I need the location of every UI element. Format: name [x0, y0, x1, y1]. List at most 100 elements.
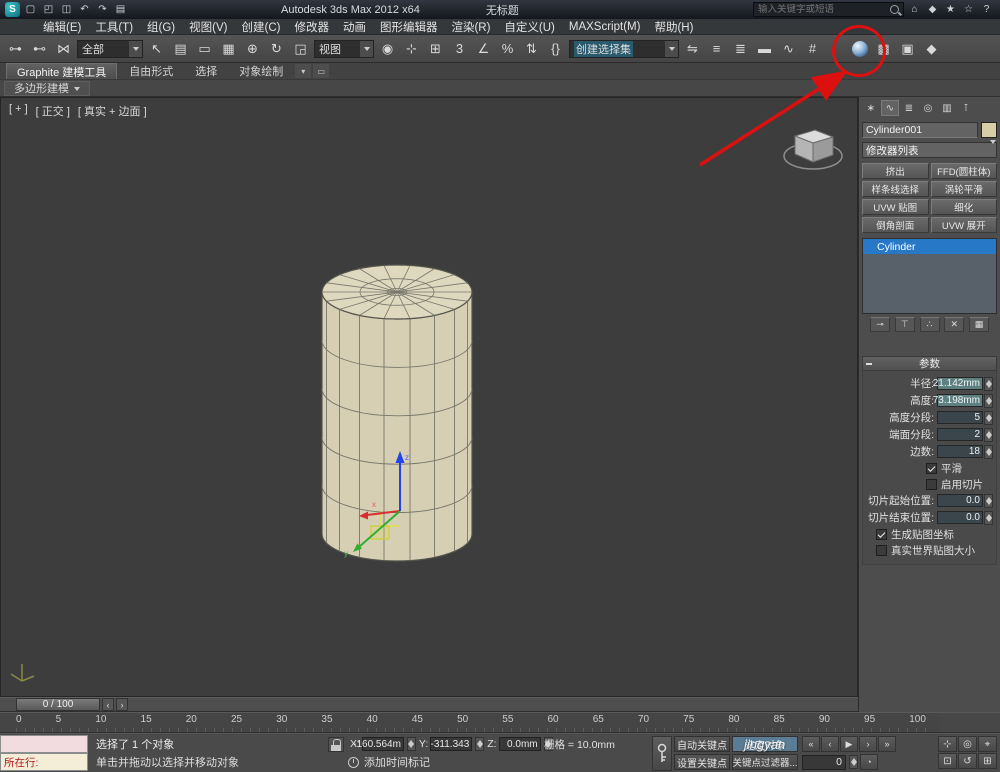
undo-icon[interactable]: ↶	[76, 2, 93, 18]
spinner[interactable]	[984, 376, 993, 391]
modifier-preset-button[interactable]: UVW 贴图	[862, 199, 929, 215]
spinner[interactable]	[984, 510, 993, 525]
remove-modifier-icon[interactable]: ✕	[944, 317, 965, 332]
coordinate-field[interactable]: 0.0mm	[498, 737, 541, 751]
modifier-list-dropdown[interactable]: 修改器列表	[862, 142, 997, 158]
spinner[interactable]	[984, 493, 993, 508]
time-configuration-icon[interactable]: ◔	[860, 754, 878, 770]
search-input[interactable]	[758, 4, 886, 15]
param-field[interactable]: 18	[937, 445, 983, 458]
redo-icon[interactable]: ↷	[94, 2, 111, 18]
new-scene-icon[interactable]: ▢	[22, 2, 39, 18]
favorites-icon[interactable]: ☆	[960, 2, 977, 18]
ribbon-config-icon[interactable]: ▭	[313, 64, 330, 78]
param-field[interactable]: 5	[937, 411, 983, 424]
align-icon[interactable]: ≡	[705, 37, 728, 60]
selection-filter-dropdown[interactable]: 全部	[77, 39, 143, 58]
modifier-preset-button[interactable]: 挤出	[862, 163, 929, 179]
layer-manager-icon[interactable]: ≣	[729, 37, 752, 60]
track-bar[interactable]: 0 5 10 15 20 25 30 35 40 45 50 55 60 65 70 75 80 85 90 95 10…	[0, 712, 940, 733]
go-to-end-icon[interactable]: »	[878, 736, 896, 752]
menu-item[interactable]: 渲染(R)	[444, 19, 497, 34]
modify-tab[interactable]: ∿	[881, 100, 899, 116]
display-tab[interactable]: ▥	[938, 100, 956, 116]
spinner[interactable]	[984, 444, 993, 459]
select-object-icon[interactable]: ↖	[145, 37, 168, 60]
utilities-tab[interactable]: ⊺	[957, 100, 975, 116]
modifier-stack-item[interactable]: Cylinder	[863, 239, 996, 254]
select-and-link-icon[interactable]: ⊶	[4, 37, 27, 60]
spinner[interactable]	[849, 755, 858, 769]
keyboard-override-icon[interactable]: ⊞	[424, 37, 447, 60]
play-icon[interactable]: ▶	[840, 736, 858, 752]
viewport-shading-menu[interactable]: [ 真实 + 边面 ]	[78, 103, 147, 119]
menu-item[interactable]: 修改器	[287, 19, 336, 34]
coordinate-field[interactable]: -311.343	[430, 737, 473, 751]
menu-item[interactable]: 自定义(U)	[497, 19, 561, 34]
object-color-swatch[interactable]	[981, 122, 997, 138]
selection-set-dropdown[interactable]: 选定对象	[732, 736, 798, 752]
reference-coordinate-dropdown[interactable]: 视图	[314, 39, 374, 58]
param-field[interactable]: 0.0	[937, 494, 983, 507]
make-unique-icon[interactable]: ∴	[919, 317, 940, 332]
menu-item[interactable]: 编辑(E)	[36, 19, 88, 34]
motion-tab[interactable]: ◎	[919, 100, 937, 116]
zoom-region-icon[interactable]: ⊡	[938, 753, 957, 769]
auto-key-button[interactable]: 自动关键点	[674, 736, 730, 752]
param-field[interactable]: 2	[937, 428, 983, 441]
angle-snap-icon[interactable]: ∠	[472, 37, 495, 60]
selection-lock-icon[interactable]	[328, 737, 344, 752]
go-to-start-icon[interactable]: «	[802, 736, 820, 752]
viewport-general-menu[interactable]: [ + ]	[9, 103, 28, 119]
infocenter-home-icon[interactable]: ⌂	[906, 2, 923, 18]
checkbox[interactable]	[876, 544, 887, 556]
checkbox[interactable]	[926, 462, 937, 474]
spinner-snap-icon[interactable]: ⇅	[520, 37, 543, 60]
menu-item[interactable]: MAXScript(M)	[562, 19, 648, 34]
modifier-preset-button[interactable]: 细化	[930, 199, 997, 215]
polygon-modeling-panel[interactable]: 多边形建模	[4, 80, 90, 96]
unlink-selection-icon[interactable]: ⊷	[28, 37, 51, 60]
select-and-manipulate-icon[interactable]: ⊹	[400, 37, 423, 60]
menu-item[interactable]: 帮助(H)	[647, 19, 700, 34]
next-frame-arrow-icon[interactable]: ›	[116, 698, 128, 711]
schematic-view-icon[interactable]: #	[801, 37, 824, 60]
time-slider-handle[interactable]: 0 / 100	[16, 698, 100, 711]
menu-item[interactable]: 图形编辑器	[373, 19, 445, 34]
macro-recorder-field[interactable]	[0, 735, 88, 753]
orbit-icon[interactable]: ↺	[958, 753, 977, 769]
menu-item[interactable]: 工具(T)	[88, 19, 140, 34]
pan-view-icon[interactable]: ⊹	[938, 736, 957, 752]
ribbon-tab[interactable]: 对象绘制	[229, 63, 293, 79]
modifier-stack[interactable]: Cylinder	[862, 238, 997, 314]
spinner[interactable]	[984, 410, 993, 425]
curve-editor-icon[interactable]: ∿	[777, 37, 800, 60]
viewport[interactable]: [ + ] [ 正交 ] [ 真实 + 边面 ] x y z	[0, 97, 858, 697]
app-logo-icon[interactable]: S	[5, 2, 20, 17]
pin-stack-icon[interactable]: ⊸	[870, 317, 890, 332]
checkbox[interactable]	[876, 528, 887, 540]
viewport-pov-menu[interactable]: [ 正交 ]	[36, 103, 70, 119]
save-file-icon[interactable]: ◫	[58, 2, 75, 18]
checkbox[interactable]	[926, 478, 937, 490]
show-end-result-icon[interactable]: ⊤	[894, 317, 915, 332]
previous-frame-icon[interactable]: ‹	[821, 736, 839, 752]
spinner[interactable]	[984, 393, 993, 408]
object-name-field[interactable]: Cylinder001	[862, 122, 978, 138]
maximize-viewport-icon[interactable]: ⊞	[978, 753, 997, 769]
menu-item[interactable]: 创建(C)	[234, 19, 287, 34]
next-frame-icon[interactable]: ›	[859, 736, 877, 752]
add-time-tag[interactable]: 添加时间标记	[348, 753, 430, 771]
key-filters-button[interactable]: 关键点过滤器...	[732, 754, 798, 770]
communication-center-icon[interactable]: ★	[942, 2, 959, 18]
mirror-icon[interactable]: ⇋	[681, 37, 704, 60]
menu-item[interactable]: 组(G)	[140, 19, 182, 34]
modifier-preset-button[interactable]: 涡轮平滑	[930, 181, 997, 197]
select-and-scale-icon[interactable]: ◲	[289, 37, 312, 60]
hierarchy-tab[interactable]: ≣	[900, 100, 918, 116]
maxscript-listener-field[interactable]: 所在行:	[0, 753, 88, 771]
configure-modifier-sets-icon[interactable]: ▦	[969, 317, 989, 332]
graphite-ribbon-toggle-icon[interactable]: ▬	[753, 37, 776, 60]
ribbon-minimize-icon[interactable]: ▾	[295, 64, 312, 78]
project-folder-icon[interactable]: ▤	[112, 2, 129, 18]
